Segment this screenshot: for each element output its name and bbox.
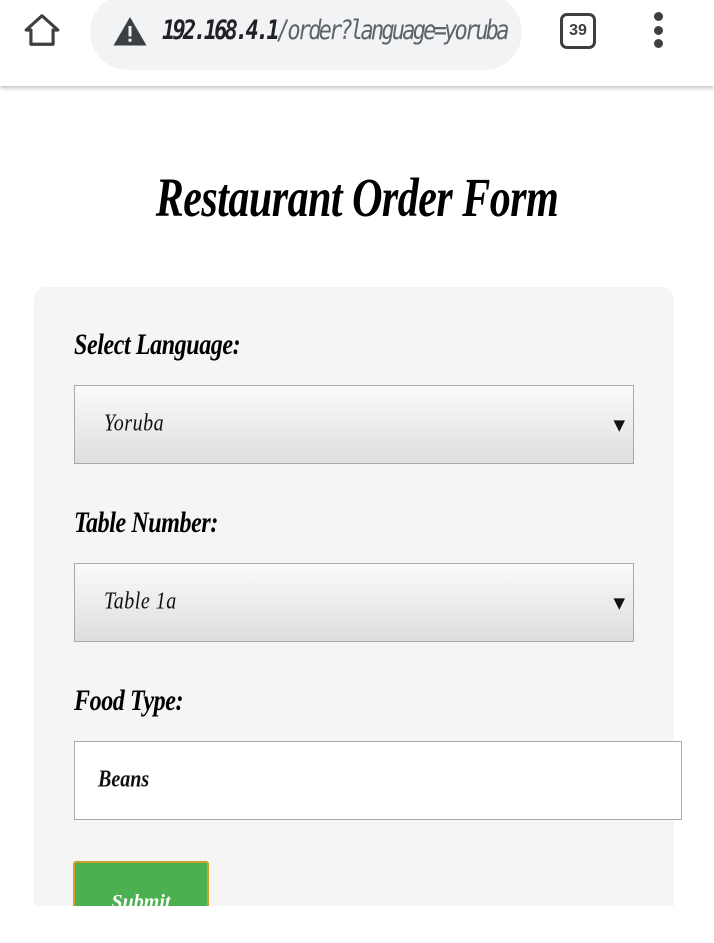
language-label: Select Language: [74, 329, 241, 362]
food-label: Food Type: [74, 685, 184, 718]
more-vert-icon[interactable] [646, 12, 670, 48]
table-select-value: Table 1a [104, 588, 177, 615]
warning-icon[interactable] [112, 14, 148, 50]
dropdown-arrow-icon: ▼ [613, 416, 625, 434]
order-form: Select Language: Yoruba ▼ Table Number: … [34, 287, 682, 906]
food-type-value: Beans [98, 766, 150, 793]
url-host: 192.168.4.1 [162, 16, 280, 46]
page-content: Restaurant Order Form Select Language: Y… [0, 86, 714, 906]
tab-count: 39 [569, 22, 587, 39]
home-icon [24, 14, 60, 46]
tab-switcher-button[interactable]: 39 [560, 13, 596, 49]
url-path: /order?language=yoruba [276, 16, 510, 46]
table-label: Table Number: [74, 507, 218, 540]
browser-toolbar: 192.168.4.1/order?language=yoruba 39 [0, 0, 714, 86]
dropdown-arrow-icon: ▼ [613, 594, 625, 612]
url-text[interactable]: 192.168.4.1/order?language=yoruba [162, 16, 512, 46]
table-select[interactable]: Table 1a ▼ [74, 563, 634, 642]
language-select-value: Yoruba [104, 410, 165, 437]
language-select[interactable]: Yoruba ▼ [74, 385, 634, 464]
submit-button[interactable]: Submit [73, 861, 209, 906]
page-title: Restaurant Order Form [155, 169, 559, 230]
food-type-input[interactable]: Beans [74, 741, 682, 820]
home-button[interactable] [22, 10, 62, 50]
address-bar[interactable]: 192.168.4.1/order?language=yoruba [90, 0, 522, 70]
